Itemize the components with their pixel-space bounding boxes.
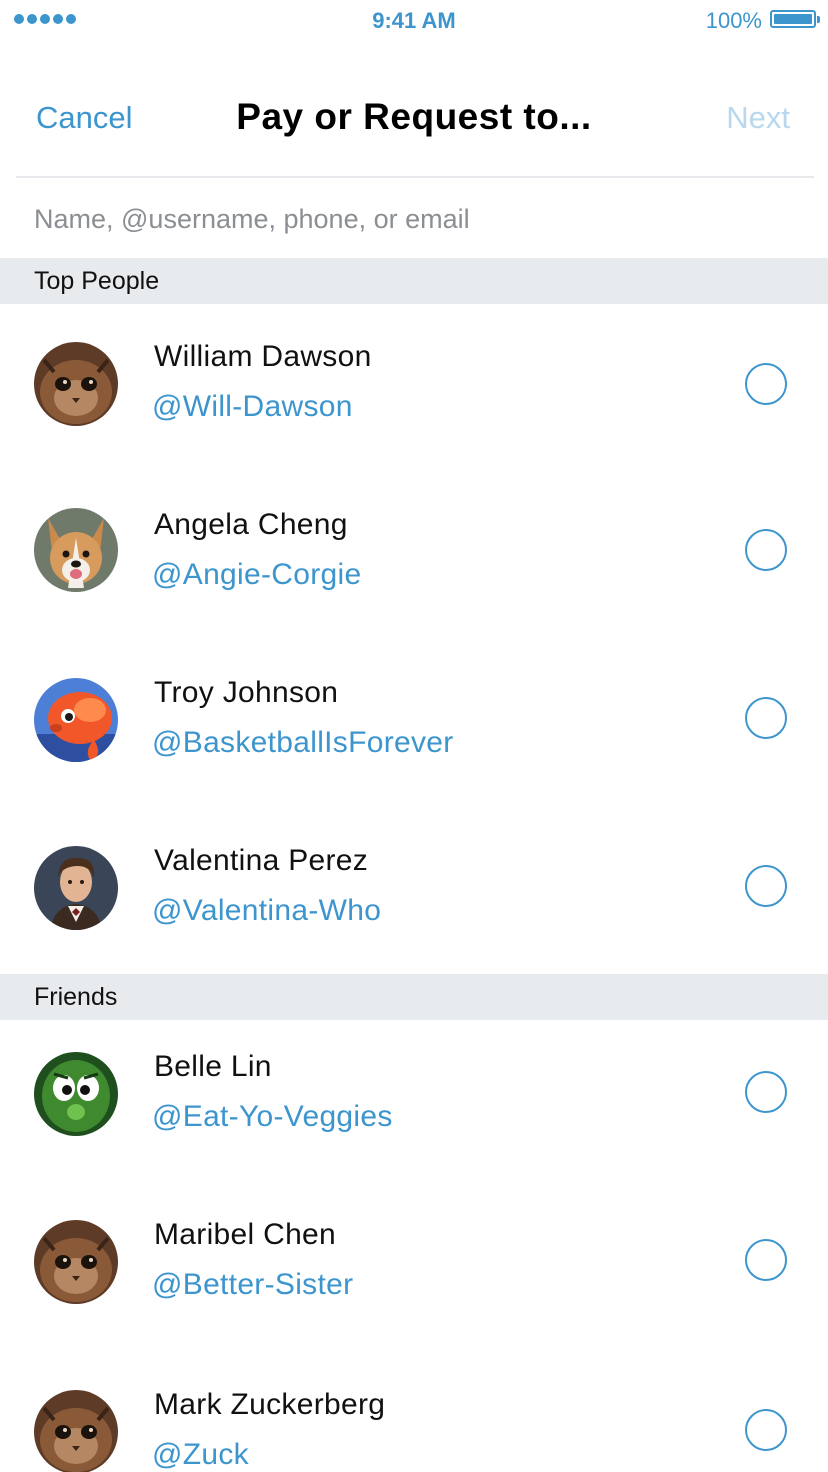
list-item[interactable]: William Dawson @Will-Dawson	[0, 304, 828, 472]
person-name: Angela Cheng	[154, 508, 348, 541]
select-radio[interactable]	[745, 865, 787, 907]
person-name: Belle Lin	[154, 1050, 272, 1083]
search-input[interactable]	[0, 180, 780, 258]
person-username: @Eat-Yo-Veggies	[152, 1100, 393, 1133]
person-name: Mark Zuckerberg	[154, 1388, 386, 1421]
man-avatar	[34, 846, 118, 930]
next-button[interactable]: Next	[726, 100, 790, 136]
person-name: Troy Johnson	[154, 676, 339, 709]
battery-icon	[770, 10, 820, 28]
battery-percentage: 100%	[705, 8, 762, 33]
section-header-top-people: Top People	[0, 258, 828, 304]
select-radio[interactable]	[745, 697, 787, 739]
status-bar: 9:41 AM 100%	[0, 0, 828, 44]
person-username: @BasketballIsForever	[152, 726, 454, 759]
status-time: 9:41 AM	[372, 8, 456, 33]
cucumber-avatar	[34, 1052, 118, 1136]
select-radio[interactable]	[745, 1239, 787, 1281]
list-item[interactable]: Troy Johnson @BasketballIsForever	[0, 640, 828, 808]
person-name: Maribel Chen	[154, 1218, 337, 1251]
list-item[interactable]: Belle Lin @Eat-Yo-Veggies	[0, 1020, 828, 1188]
cat-avatar	[34, 1390, 118, 1472]
list-item[interactable]: Mark Zuckerberg @Zuck	[0, 1356, 828, 1472]
person-username: @Zuck	[152, 1438, 249, 1471]
person-name: Valentina Perez	[154, 844, 369, 877]
person-username: @Will-Dawson	[152, 390, 353, 423]
person-username: @Better-Sister	[152, 1268, 354, 1301]
list-item[interactable]: Maribel Chen @Better-Sister	[0, 1188, 828, 1356]
person-name: William Dawson	[154, 340, 372, 373]
person-username: @Valentina-Who	[152, 894, 382, 927]
nav-divider	[16, 176, 814, 178]
goldfish-avatar	[34, 678, 118, 762]
select-radio[interactable]	[745, 529, 787, 571]
search-bar	[0, 180, 828, 258]
select-radio[interactable]	[745, 1071, 787, 1113]
select-radio[interactable]	[745, 363, 787, 405]
list-item[interactable]: Angela Cheng @Angie-Corgie	[0, 472, 828, 640]
cat-avatar	[34, 1220, 118, 1304]
navigation-bar: Pay or Request to... Cancel Next	[0, 80, 828, 160]
person-username: @Angie-Corgie	[152, 558, 362, 591]
section-title: Friends	[34, 983, 118, 1011]
section-title: Top People	[34, 267, 160, 295]
list-item[interactable]: Valentina Perez @Valentina-Who	[0, 808, 828, 976]
section-header-friends: Friends	[0, 974, 828, 1020]
cat-avatar	[34, 342, 118, 426]
select-radio[interactable]	[745, 1409, 787, 1451]
cancel-button[interactable]: Cancel	[36, 100, 133, 136]
corgi-avatar	[34, 508, 118, 592]
